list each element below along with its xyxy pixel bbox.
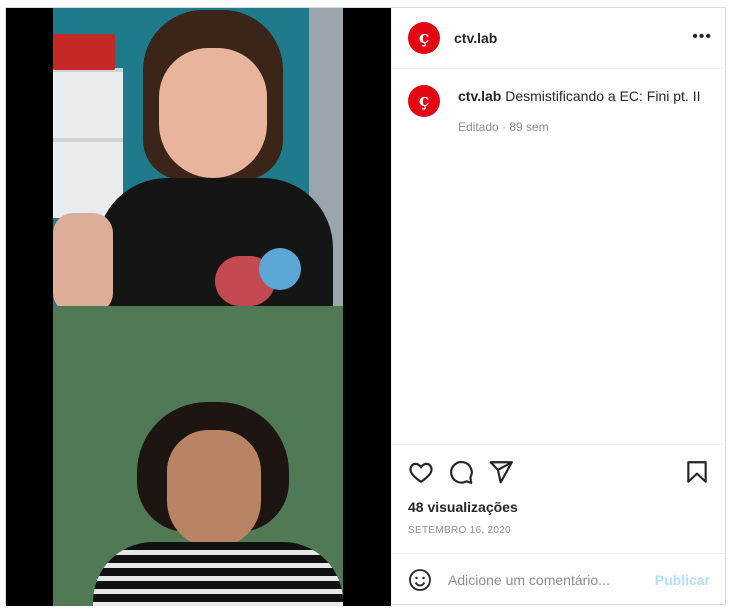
send-icon[interactable]: [488, 459, 514, 485]
person-striped-shirt: [93, 542, 343, 606]
post-sidebar: ç ctv.lab ••• ç ctv.lab Desmistificando …: [391, 8, 726, 606]
person-arm: [53, 213, 113, 306]
username[interactable]: ctv.lab: [454, 30, 497, 46]
smiley-icon[interactable]: [408, 568, 432, 592]
more-options-icon[interactable]: •••: [692, 28, 712, 46]
caption-body: Desmistificando a EC: Fini pt. II: [505, 88, 701, 104]
action-bar: [392, 444, 726, 500]
person-face: [159, 48, 267, 178]
caption-text: ctv.lab Desmistificando a EC: Fini pt. I…: [458, 87, 708, 105]
bookmark-icon[interactable]: [684, 459, 710, 485]
avatar[interactable]: ç: [408, 85, 440, 117]
red-box: [53, 34, 115, 70]
shirt-print-blue: [259, 248, 301, 290]
comment-icon[interactable]: [448, 459, 474, 485]
post-date: SETEMBRO 16, 2020: [408, 525, 511, 536]
post-container: ç ctv.lab ••• ç ctv.lab Desmistificando …: [5, 7, 726, 606]
view-count[interactable]: 48 visualizações: [408, 499, 518, 515]
caption-username[interactable]: ctv.lab: [458, 88, 501, 104]
comment-input[interactable]: [448, 572, 655, 588]
avatar[interactable]: ç: [408, 22, 440, 54]
shelf: [53, 68, 123, 218]
comment-bar: Publicar: [392, 553, 726, 606]
video-frame-top: [53, 8, 343, 306]
video-frame-bottom: [53, 306, 343, 606]
publish-button[interactable]: Publicar: [655, 572, 710, 588]
post-header: ç ctv.lab •••: [392, 8, 726, 69]
video-media[interactable]: [6, 8, 391, 606]
heart-icon[interactable]: [408, 459, 434, 485]
caption-meta: Editado · 89 sem: [458, 120, 549, 134]
person-face: [167, 430, 261, 548]
